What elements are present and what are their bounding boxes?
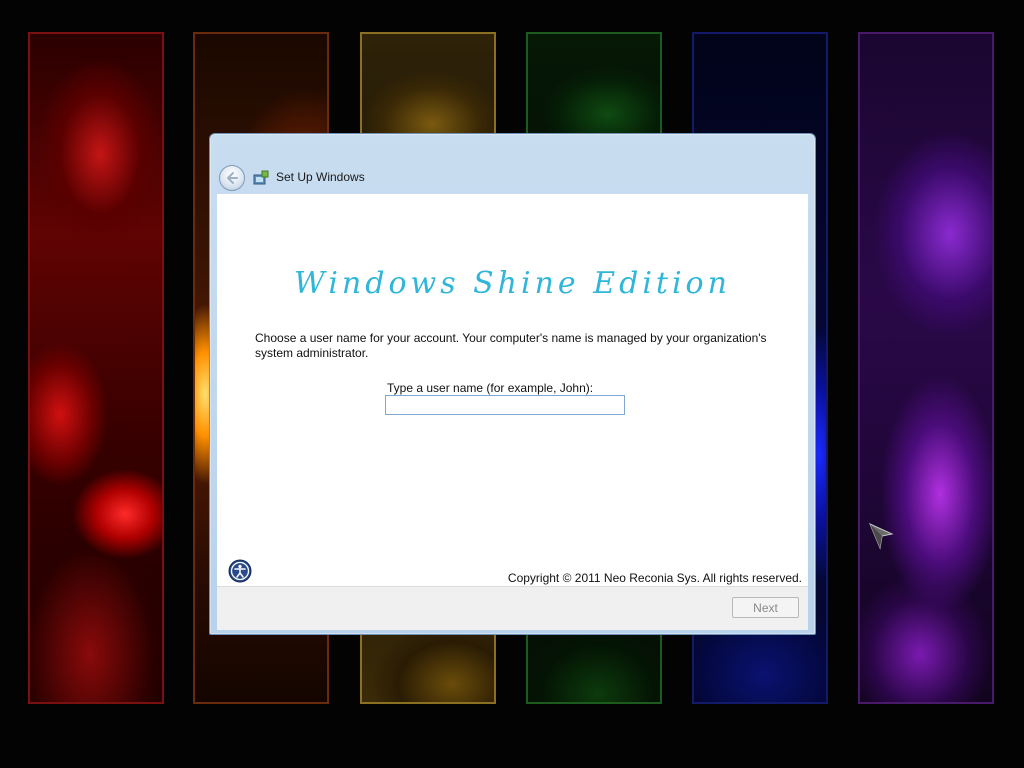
back-button[interactable] [219,165,245,191]
title-bar: Set Up Windows [210,134,815,194]
back-arrow-icon [227,172,238,184]
username-input[interactable] [385,395,625,415]
window-title: Set Up Windows [276,170,365,184]
purple-wallpaper-panel [858,32,994,704]
ease-of-access-icon[interactable] [228,559,252,583]
red-wallpaper-panel [28,32,164,704]
button-bar: Next [217,586,808,630]
setup-windows-icon [253,170,269,185]
copyright-text: Copyright © 2011 Neo Reconia Sys. All ri… [507,571,802,585]
username-label: Type a user name (for example, John): [387,381,594,395]
content-area: Windows Shine Edition Choose a user name… [217,194,808,586]
mouse-pointer-icon [869,523,894,550]
instructions-text: Choose a user name for your account. You… [255,331,767,360]
setup-window: Set Up Windows Windows Shine Edition Cho… [209,133,816,635]
desktop-background: Set Up Windows Windows Shine Edition Cho… [0,0,1024,768]
next-button[interactable]: Next [732,597,799,618]
edition-title: Windows Shine Edition [294,266,731,301]
